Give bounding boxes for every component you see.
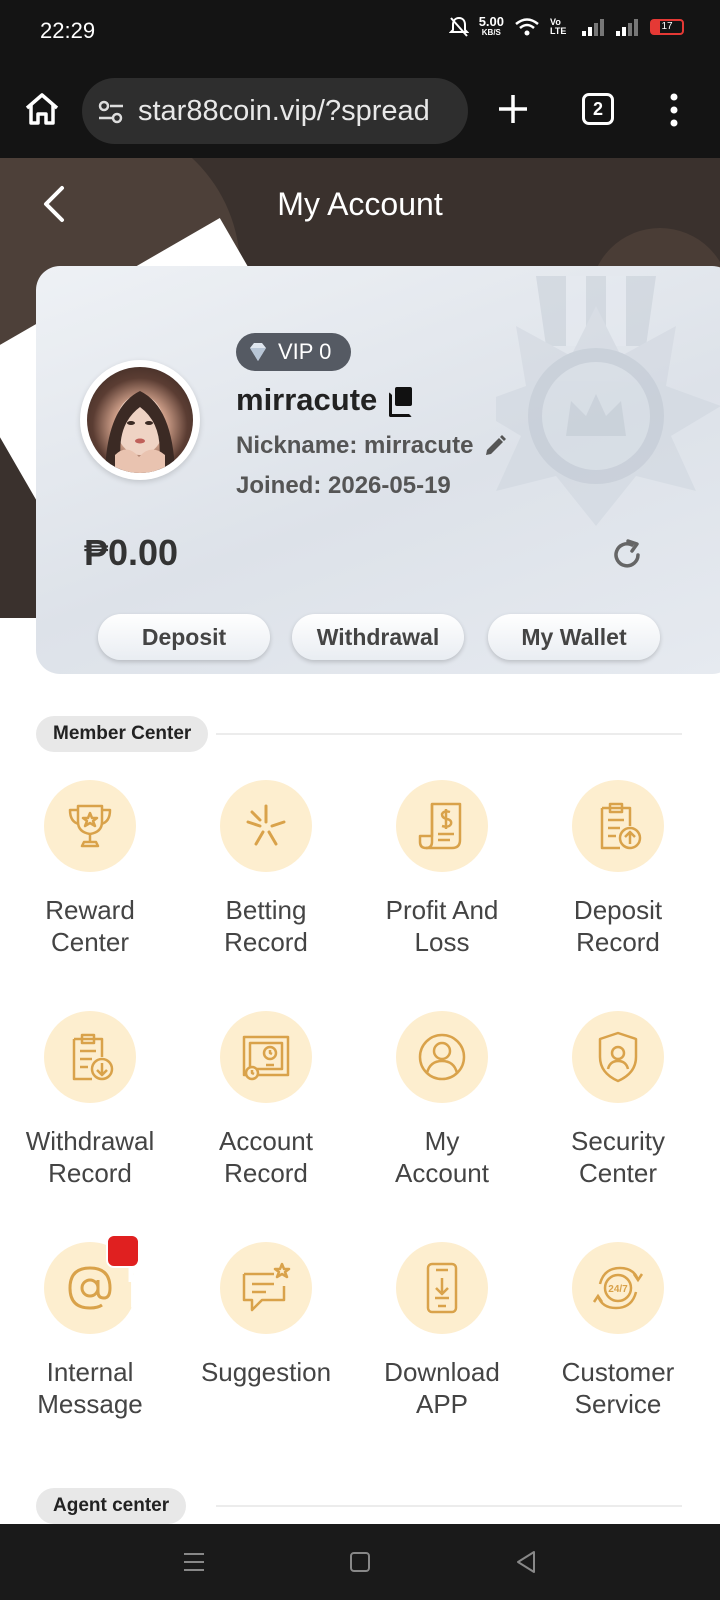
grid-label: Reward Center [45, 895, 135, 957]
edit-pencil-icon[interactable] [483, 434, 507, 458]
vip-badge: VIP 0 [236, 333, 352, 371]
user-circle-icon [418, 1033, 466, 1081]
divider [216, 1505, 682, 1507]
balance: ₱0.00 [84, 532, 179, 573]
net-speed: 5.00 KB/S [478, 14, 504, 37]
recent-apps-icon[interactable] [180, 1548, 208, 1576]
grid-label: Customer Service [561, 1357, 675, 1419]
grid-label: Download APP [384, 1357, 500, 1419]
signal-icon [582, 19, 604, 36]
agent-center-header: Agent center [36, 1488, 682, 1524]
grid-label: Suggestion [200, 1357, 332, 1387]
divider [216, 733, 682, 735]
avatar[interactable] [80, 360, 200, 480]
grid-label: Withdrawal Record [25, 1126, 155, 1188]
site-settings-icon[interactable] [96, 97, 126, 127]
grid-label: Security Center [571, 1126, 665, 1188]
url-bar[interactable]: star88coin.vip/?spread [82, 78, 468, 144]
page-title: My Account [277, 186, 443, 222]
clipboard-upload-icon [600, 802, 642, 850]
grid-item-reward-center[interactable]: Reward Center [5, 780, 175, 958]
withdrawal-button[interactable]: Withdrawal [292, 614, 464, 660]
member-center-title: Member Center [36, 716, 209, 752]
home-icon[interactable] [22, 89, 62, 129]
grid-label: Profit And Loss [385, 895, 499, 957]
gift-badge-icon [106, 1234, 180, 1308]
system-nav-bar [0, 1524, 720, 1600]
medal-decoration-icon [496, 276, 720, 526]
at-sign-icon [68, 1266, 112, 1310]
shield-user-icon [598, 1031, 638, 1083]
wifi-icon [515, 18, 539, 36]
trophy-icon [68, 804, 112, 848]
grid-item-deposit-record[interactable]: Deposit Record [533, 780, 703, 958]
url-text[interactable]: star88coin.vip/?spread [138, 95, 430, 128]
clipboard-download-icon [72, 1033, 114, 1081]
grid-item-my-account[interactable]: My Account [357, 1011, 527, 1189]
status-bar: 22:29 5.00 KB/S Vo LTE 17 [0, 0, 720, 64]
agent-center-title: Agent center [36, 1488, 187, 1524]
betting-star-icon [246, 804, 286, 846]
phone-download-icon [426, 1262, 458, 1314]
home-button-icon[interactable] [346, 1548, 374, 1576]
volte-label: Vo LTE [550, 17, 567, 36]
support-24-7-icon: 24/7 [592, 1266, 644, 1310]
signal-icon-2 [616, 19, 638, 36]
avatar-photo [87, 367, 193, 473]
vip-gem-icon [250, 343, 266, 361]
grid-item-security-center[interactable]: Security Center [533, 1011, 703, 1189]
my-wallet-button[interactable]: My Wallet [488, 614, 660, 660]
grid-item-download-app[interactable]: Download APP [357, 1242, 527, 1420]
account-card: VIP 0 mirracute Nickname: mirracute Join… [36, 266, 720, 674]
new-tab-icon[interactable] [494, 90, 532, 128]
username-row: mirracute [236, 382, 413, 418]
grid-label: Account Record [219, 1126, 313, 1188]
nickname: Nickname: mirracute [236, 432, 474, 459]
tab-switcher-button[interactable]: 2 [582, 93, 614, 125]
deposit-button[interactable]: Deposit [98, 614, 270, 660]
grid-label: Deposit Record [573, 895, 663, 957]
member-center-header: Member Center [36, 716, 682, 752]
svg-text:24/7: 24/7 [608, 1284, 628, 1295]
refresh-icon[interactable] [610, 538, 644, 572]
grid-item-profit-and-loss[interactable]: Profit And Loss [357, 780, 527, 958]
more-menu-icon[interactable] [664, 90, 684, 130]
receipt-dollar-icon [418, 802, 462, 850]
mute-bell-icon [448, 16, 469, 37]
grid-item-account-record[interactable]: Account Record [181, 1011, 351, 1189]
grid-label: My Account [395, 1126, 489, 1188]
grid-item-suggestion[interactable]: Suggestion [181, 1242, 351, 1388]
grid-item-customer-service[interactable]: 24/7 Customer Service [533, 1242, 703, 1420]
grid-item-betting-record[interactable]: Betting Record [181, 780, 351, 958]
grid-item-internal-message[interactable]: Internal Message [5, 1234, 180, 1420]
browser-toolbar: star88coin.vip/?spread 2 [0, 64, 720, 158]
account-record-icon [242, 1035, 290, 1081]
grid-label: Internal Message [37, 1357, 143, 1419]
nickname-row: Nickname: mirracute [236, 432, 507, 460]
battery-icon: 17 [650, 19, 684, 35]
joined-date: Joined: 2026-05-19 [236, 472, 451, 499]
status-icons: 5.00 KB/S Vo LTE 17 [448, 14, 684, 38]
grid-item-withdrawal-record[interactable]: Withdrawal Record [5, 1011, 175, 1189]
grid-label: Betting Record [224, 895, 308, 957]
vip-label: VIP 0 [278, 339, 332, 364]
copy-icon[interactable] [389, 387, 413, 417]
status-time: 22:29 [40, 18, 96, 43]
chat-star-icon [242, 1262, 291, 1312]
back-button-icon[interactable] [512, 1548, 540, 1576]
username: mirracute [236, 382, 378, 417]
